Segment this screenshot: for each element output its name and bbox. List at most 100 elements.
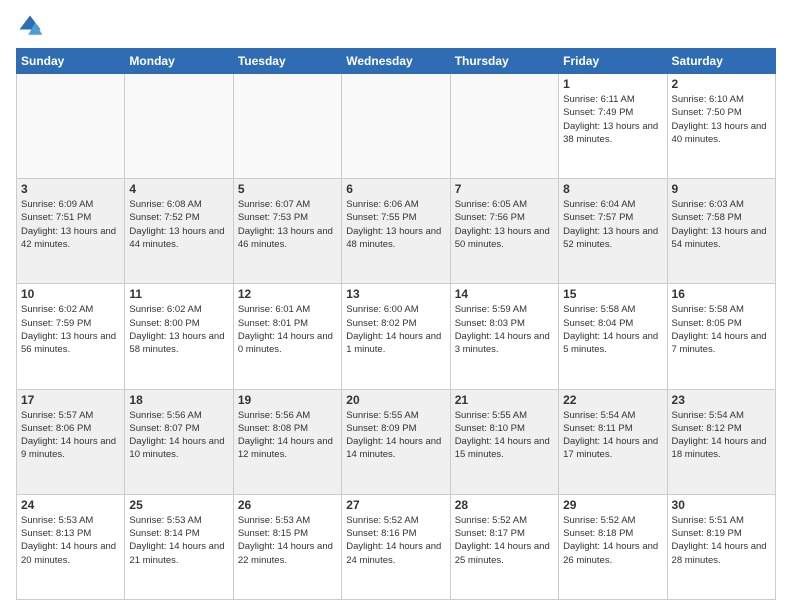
day-number: 20 <box>346 393 445 407</box>
calendar-cell: 3 Sunrise: 6:09 AMSunset: 7:51 PMDaylight… <box>17 179 125 284</box>
calendar-cell: 19 Sunrise: 5:56 AMSunset: 8:08 PMDayligh… <box>233 389 341 494</box>
day-number: 16 <box>672 287 771 301</box>
day-number: 30 <box>672 498 771 512</box>
day-number: 1 <box>563 77 662 91</box>
calendar-cell: 1 Sunrise: 6:11 AMSunset: 7:49 PMDaylight… <box>559 74 667 179</box>
weekday-header-friday: Friday <box>559 49 667 74</box>
day-info: Sunrise: 6:05 AMSunset: 7:56 PMDaylight:… <box>455 198 554 251</box>
day-number: 27 <box>346 498 445 512</box>
day-number: 28 <box>455 498 554 512</box>
day-number: 11 <box>129 287 228 301</box>
day-number: 8 <box>563 182 662 196</box>
page: SundayMondayTuesdayWednesdayThursdayFrid… <box>0 0 792 612</box>
day-info: Sunrise: 5:54 AMSunset: 8:12 PMDaylight:… <box>672 409 771 462</box>
calendar-cell: 18Sunrise: 5:56 AMSunset: 8:07 PMDayligh… <box>125 389 233 494</box>
weekday-header-monday: Monday <box>125 49 233 74</box>
day-info: Sunrise: 6:01 AMSunset: 8:01 PMDaylight:… <box>238 303 337 356</box>
day-info: Sunrise: 5:52 AMSunset: 8:16 PMDaylight:… <box>346 514 445 567</box>
day-info: Sunrise: 5:53 AMSunset: 8:13 PMDaylight:… <box>21 514 120 567</box>
logo <box>16 12 48 40</box>
calendar-cell: 2 Sunrise: 6:10 AMSunset: 7:50 PMDaylight… <box>667 74 775 179</box>
day-info: Sunrise: 5:53 AMSunset: 8:15 PMDaylight:… <box>238 514 337 567</box>
calendar-cell: 9 Sunrise: 6:03 AMSunset: 7:58 PMDaylight… <box>667 179 775 284</box>
calendar-cell: 20 Sunrise: 5:55 AMSunset: 8:09 PMDayligh… <box>342 389 450 494</box>
day-number: 9 <box>672 182 771 196</box>
day-number: 17 <box>21 393 120 407</box>
day-number: 3 <box>21 182 120 196</box>
day-number: 10 <box>21 287 120 301</box>
calendar-cell: 16 Sunrise: 5:58 AMSunset: 8:05 PMDayligh… <box>667 284 775 389</box>
day-number: 5 <box>238 182 337 196</box>
day-info: Sunrise: 6:10 AMSunset: 7:50 PMDaylight:… <box>672 93 771 146</box>
day-number: 15 <box>563 287 662 301</box>
day-info: Sunrise: 6:08 AMSunset: 7:52 PMDaylight:… <box>129 198 228 251</box>
day-number: 21 <box>455 393 554 407</box>
calendar-cell: 21Sunrise: 5:55 AMSunset: 8:10 PMDayligh… <box>450 389 558 494</box>
day-info: Sunrise: 6:07 AMSunset: 7:53 PMDaylight:… <box>238 198 337 251</box>
day-info: Sunrise: 6:09 AMSunset: 7:51 PMDaylight:… <box>21 198 120 251</box>
day-info: Sunrise: 5:57 AMSunset: 8:06 PMDaylight:… <box>21 409 120 462</box>
calendar-cell: 8 Sunrise: 6:04 AMSunset: 7:57 PMDaylight… <box>559 179 667 284</box>
day-number: 22 <box>563 393 662 407</box>
day-info: Sunrise: 5:55 AMSunset: 8:09 PMDaylight:… <box>346 409 445 462</box>
calendar-cell <box>233 74 341 179</box>
day-number: 7 <box>455 182 554 196</box>
day-info: Sunrise: 6:06 AMSunset: 7:55 PMDaylight:… <box>346 198 445 251</box>
calendar-cell: 30Sunrise: 5:51 AMSunset: 8:19 PMDayligh… <box>667 494 775 599</box>
calendar-cell: 22 Sunrise: 5:54 AMSunset: 8:11 PMDayligh… <box>559 389 667 494</box>
calendar-cell: 6Sunrise: 6:06 AMSunset: 7:55 PMDaylight… <box>342 179 450 284</box>
calendar-table: SundayMondayTuesdayWednesdayThursdayFrid… <box>16 48 776 600</box>
calendar-cell: 25Sunrise: 5:53 AMSunset: 8:14 PMDayligh… <box>125 494 233 599</box>
calendar-cell: 27 Sunrise: 5:52 AMSunset: 8:16 PMDayligh… <box>342 494 450 599</box>
calendar-cell: 13 Sunrise: 6:00 AMSunset: 8:02 PMDayligh… <box>342 284 450 389</box>
calendar-week-row: 10 Sunrise: 6:02 AMSunset: 7:59 PMDayligh… <box>17 284 776 389</box>
day-number: 25 <box>129 498 228 512</box>
day-number: 2 <box>672 77 771 91</box>
day-info: Sunrise: 6:04 AMSunset: 7:57 PMDaylight:… <box>563 198 662 251</box>
calendar-cell: 5 Sunrise: 6:07 AMSunset: 7:53 PMDaylight… <box>233 179 341 284</box>
weekday-header-row: SundayMondayTuesdayWednesdayThursdayFrid… <box>17 49 776 74</box>
day-info: Sunrise: 6:11 AMSunset: 7:49 PMDaylight:… <box>563 93 662 146</box>
calendar-week-row: 24Sunrise: 5:53 AMSunset: 8:13 PMDayligh… <box>17 494 776 599</box>
day-info: Sunrise: 5:54 AMSunset: 8:11 PMDaylight:… <box>563 409 662 462</box>
calendar-cell: 26 Sunrise: 5:53 AMSunset: 8:15 PMDayligh… <box>233 494 341 599</box>
day-info: Sunrise: 5:56 AMSunset: 8:08 PMDaylight:… <box>238 409 337 462</box>
calendar-cell: 23Sunrise: 5:54 AMSunset: 8:12 PMDayligh… <box>667 389 775 494</box>
calendar-cell: 28 Sunrise: 5:52 AMSunset: 8:17 PMDayligh… <box>450 494 558 599</box>
weekday-header-saturday: Saturday <box>667 49 775 74</box>
day-info: Sunrise: 5:58 AMSunset: 8:04 PMDaylight:… <box>563 303 662 356</box>
calendar-cell <box>342 74 450 179</box>
calendar-cell: 17 Sunrise: 5:57 AMSunset: 8:06 PMDayligh… <box>17 389 125 494</box>
calendar-cell: 24Sunrise: 5:53 AMSunset: 8:13 PMDayligh… <box>17 494 125 599</box>
day-info: Sunrise: 6:02 AMSunset: 7:59 PMDaylight:… <box>21 303 120 356</box>
day-number: 12 <box>238 287 337 301</box>
day-number: 18 <box>129 393 228 407</box>
calendar-week-row: 17 Sunrise: 5:57 AMSunset: 8:06 PMDayligh… <box>17 389 776 494</box>
day-info: Sunrise: 6:03 AMSunset: 7:58 PMDaylight:… <box>672 198 771 251</box>
calendar-cell: 15 Sunrise: 5:58 AMSunset: 8:04 PMDayligh… <box>559 284 667 389</box>
calendar-cell <box>450 74 558 179</box>
day-number: 26 <box>238 498 337 512</box>
day-info: Sunrise: 5:52 AMSunset: 8:17 PMDaylight:… <box>455 514 554 567</box>
day-number: 4 <box>129 182 228 196</box>
weekday-header-thursday: Thursday <box>450 49 558 74</box>
calendar-cell: 10 Sunrise: 6:02 AMSunset: 7:59 PMDayligh… <box>17 284 125 389</box>
day-info: Sunrise: 6:02 AMSunset: 8:00 PMDaylight:… <box>129 303 228 356</box>
day-info: Sunrise: 5:59 AMSunset: 8:03 PMDaylight:… <box>455 303 554 356</box>
day-number: 29 <box>563 498 662 512</box>
calendar-cell: 4 Sunrise: 6:08 AMSunset: 7:52 PMDaylight… <box>125 179 233 284</box>
day-info: Sunrise: 6:00 AMSunset: 8:02 PMDaylight:… <box>346 303 445 356</box>
calendar-week-row: 1 Sunrise: 6:11 AMSunset: 7:49 PMDaylight… <box>17 74 776 179</box>
weekday-header-sunday: Sunday <box>17 49 125 74</box>
day-info: Sunrise: 5:58 AMSunset: 8:05 PMDaylight:… <box>672 303 771 356</box>
weekday-header-wednesday: Wednesday <box>342 49 450 74</box>
calendar-cell: 29 Sunrise: 5:52 AMSunset: 8:18 PMDayligh… <box>559 494 667 599</box>
day-number: 13 <box>346 287 445 301</box>
calendar-cell: 7 Sunrise: 6:05 AMSunset: 7:56 PMDaylight… <box>450 179 558 284</box>
header <box>16 12 776 40</box>
calendar-week-row: 3 Sunrise: 6:09 AMSunset: 7:51 PMDaylight… <box>17 179 776 284</box>
day-number: 19 <box>238 393 337 407</box>
calendar-cell: 11 Sunrise: 6:02 AMSunset: 8:00 PMDayligh… <box>125 284 233 389</box>
day-info: Sunrise: 5:52 AMSunset: 8:18 PMDaylight:… <box>563 514 662 567</box>
calendar-cell: 12 Sunrise: 6:01 AMSunset: 8:01 PMDayligh… <box>233 284 341 389</box>
